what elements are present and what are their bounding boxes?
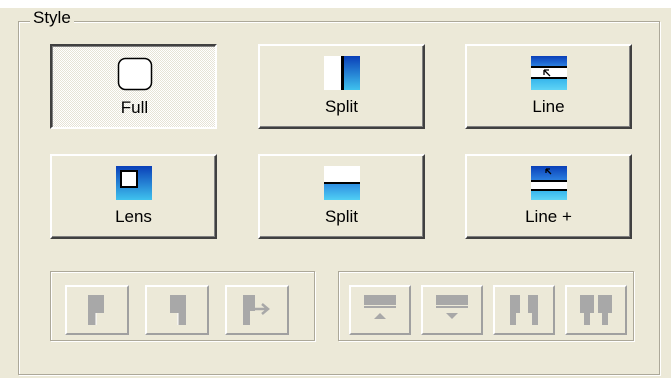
style-lens-button[interactable]: Lens (50, 154, 217, 239)
style-line-button[interactable]: Line (465, 44, 632, 129)
line-plus-cursor-icon (530, 166, 567, 200)
align-left-flag-icon (88, 295, 104, 325)
style-line-label: Line (532, 97, 565, 116)
align-right-flag-button[interactable] (145, 285, 209, 335)
align-bottom-down-button[interactable] (421, 285, 483, 335)
style-split-horizontal-label: Split (324, 207, 359, 226)
style-line-plus-button[interactable]: Line + (465, 154, 632, 239)
join-columns-icon (580, 295, 612, 325)
lens-icon (115, 166, 152, 200)
column-tools-group (338, 271, 634, 341)
style-split-vertical-label: Split (324, 97, 359, 116)
style-full-button[interactable]: Full (50, 44, 217, 129)
style-panel: Style Full Split Line Lens Split Line + (0, 8, 671, 378)
split-columns-button[interactable] (493, 285, 555, 335)
style-line-plus-label: Line + (525, 207, 572, 226)
align-top-up-button[interactable] (349, 285, 411, 335)
join-columns-button[interactable] (565, 285, 627, 335)
style-split-vertical-button[interactable]: Split (258, 44, 425, 129)
move-right-flag-icon (243, 295, 270, 325)
align-right-flag-icon (170, 295, 186, 325)
style-lens-label: Lens (115, 207, 152, 226)
split-horizontal-icon (323, 166, 360, 200)
align-left-flag-button[interactable] (65, 285, 129, 335)
style-full-label: Full (120, 98, 149, 117)
align-bottom-down-icon (436, 295, 468, 319)
split-vertical-icon (323, 56, 360, 90)
split-columns-icon (510, 295, 538, 325)
line-cursor-icon (530, 56, 567, 90)
align-top-up-icon (364, 295, 396, 319)
style-split-horizontal-button[interactable]: Split (258, 154, 425, 239)
style-group-legend: Style (30, 8, 74, 28)
move-right-flag-button[interactable] (225, 285, 289, 335)
flag-tools-group (50, 271, 315, 341)
rounded-frame-icon (117, 57, 152, 91)
